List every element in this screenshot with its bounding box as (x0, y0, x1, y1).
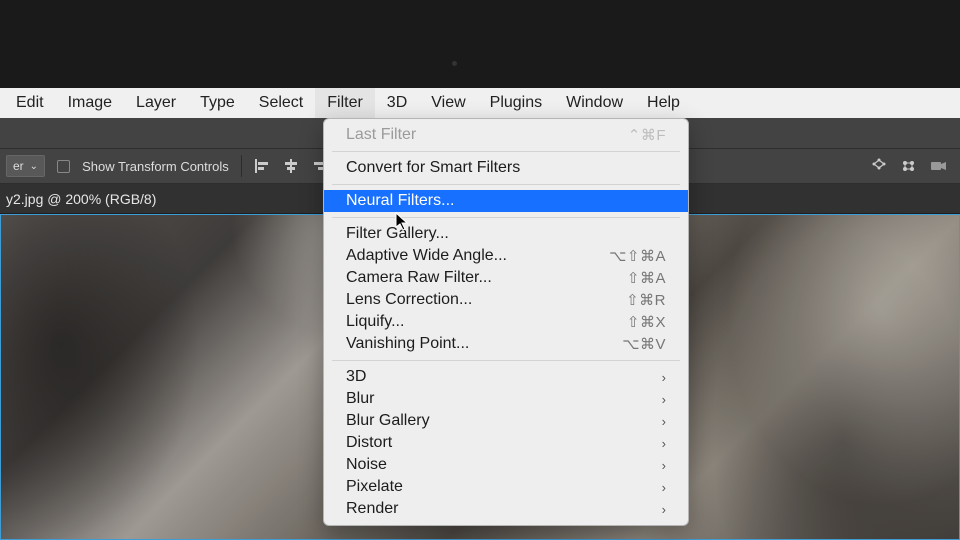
menu-edit[interactable]: Edit (4, 88, 56, 118)
menu-label: Distort (346, 434, 392, 452)
menu-image[interactable]: Image (56, 88, 124, 118)
menu-label: Vanishing Point... (346, 335, 469, 353)
menu-noise-submenu[interactable]: Noise › (324, 454, 688, 476)
menu-type[interactable]: Type (188, 88, 247, 118)
filter-menu-dropdown: Last Filter ⌃⌘F Convert for Smart Filter… (323, 118, 689, 526)
separator (332, 217, 680, 218)
menu-filter-gallery[interactable]: Filter Gallery... (324, 223, 688, 245)
chevron-right-icon: › (662, 458, 666, 473)
chevron-right-icon: › (662, 480, 666, 495)
menu-label: Blur (346, 390, 374, 408)
menu-label: Last Filter (346, 126, 416, 144)
menu-liquify[interactable]: Liquify... ⇧⌘X (324, 311, 688, 333)
show-transform-checkbox[interactable] (57, 160, 70, 173)
menu-select[interactable]: Select (247, 88, 315, 118)
menu-adaptive-wide-angle[interactable]: Adaptive Wide Angle... ⌥⇧⌘A (324, 245, 688, 267)
menu-label: Adaptive Wide Angle... (346, 247, 507, 265)
chevron-right-icon: › (662, 436, 666, 451)
menu-label: Render (346, 500, 398, 518)
separator (332, 184, 680, 185)
menu-label: 3D (346, 368, 366, 386)
menu-render-submenu[interactable]: Render › (324, 498, 688, 520)
warp-icon[interactable] (900, 158, 918, 174)
shortcut-label: ⇧⌘R (626, 291, 666, 309)
menu-lens-correction[interactable]: Lens Correction... ⇧⌘R (324, 289, 688, 311)
document-tab[interactable]: y2.jpg @ 200% (RGB/8) (6, 191, 156, 207)
menu-3d-submenu[interactable]: 3D › (324, 366, 688, 388)
shortcut-label: ⇧⌘X (627, 313, 666, 331)
align-left-icon[interactable] (254, 158, 272, 174)
menu-window[interactable]: Window (554, 88, 635, 118)
divider (241, 155, 242, 177)
menu-blur-submenu[interactable]: Blur › (324, 388, 688, 410)
menu-plugins[interactable]: Plugins (478, 88, 554, 118)
menu-blur-gallery-submenu[interactable]: Blur Gallery › (324, 410, 688, 432)
menu-label: Neural Filters... (346, 192, 454, 210)
shortcut-label: ⌃⌘F (628, 126, 666, 144)
image-region (700, 214, 960, 540)
chevron-down-icon: ⌄ (30, 161, 38, 172)
camera-icon[interactable] (930, 158, 948, 174)
menubar: Edit Image Layer Type Select Filter 3D V… (0, 88, 960, 118)
image-region (0, 214, 200, 540)
transform-icon[interactable] (870, 158, 888, 174)
menu-help[interactable]: Help (635, 88, 692, 118)
separator (332, 151, 680, 152)
chevron-right-icon: › (662, 370, 666, 385)
align-icons (254, 158, 328, 174)
menu-convert-smart-filters[interactable]: Convert for Smart Filters (324, 157, 688, 179)
menu-last-filter: Last Filter ⌃⌘F (324, 124, 688, 146)
align-center-icon[interactable] (282, 158, 300, 174)
device-bezel (0, 0, 960, 88)
menu-label: Liquify... (346, 313, 404, 331)
show-transform-label: Show Transform Controls (82, 159, 229, 174)
layer-select-dropdown[interactable]: er ⌄ (6, 155, 45, 177)
chevron-right-icon: › (662, 392, 666, 407)
menu-label: Blur Gallery (346, 412, 430, 430)
menu-filter[interactable]: Filter (315, 88, 375, 118)
shortcut-label: ⌥⌘V (622, 335, 666, 353)
menu-label: Filter Gallery... (346, 225, 449, 243)
menu-view[interactable]: View (419, 88, 477, 118)
shortcut-label: ⇧⌘A (627, 269, 666, 287)
shortcut-label: ⌥⇧⌘A (609, 247, 666, 265)
separator (332, 360, 680, 361)
menu-layer[interactable]: Layer (124, 88, 188, 118)
menu-label: Convert for Smart Filters (346, 159, 520, 177)
chevron-right-icon: › (662, 414, 666, 429)
chevron-right-icon: › (662, 502, 666, 517)
menu-label: Pixelate (346, 478, 403, 496)
menu-3d[interactable]: 3D (375, 88, 419, 118)
menu-label: Lens Correction... (346, 291, 472, 309)
menu-neural-filters[interactable]: Neural Filters... (324, 190, 688, 212)
menu-label: Camera Raw Filter... (346, 269, 492, 287)
menu-pixelate-submenu[interactable]: Pixelate › (324, 476, 688, 498)
menu-label: Noise (346, 456, 387, 474)
menu-camera-raw-filter[interactable]: Camera Raw Filter... ⇧⌘A (324, 267, 688, 289)
dropdown-label: er (13, 159, 24, 173)
menu-distort-submenu[interactable]: Distort › (324, 432, 688, 454)
menu-vanishing-point[interactable]: Vanishing Point... ⌥⌘V (324, 333, 688, 355)
